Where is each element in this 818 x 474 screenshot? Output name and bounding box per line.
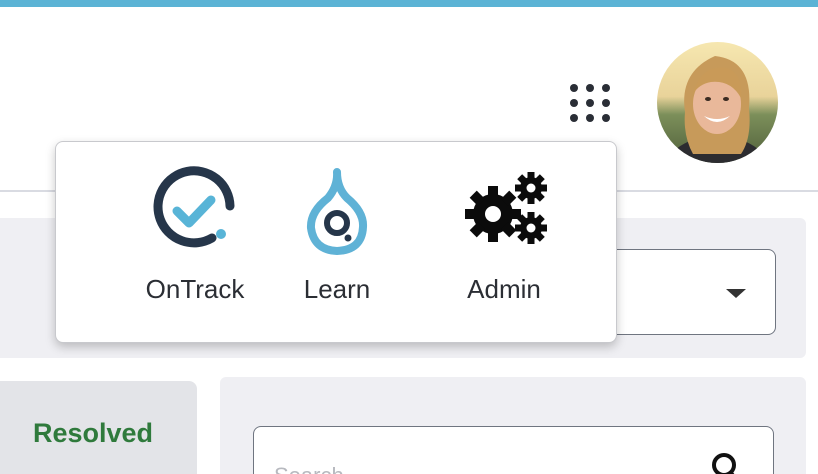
ontrack-check-icon xyxy=(153,166,235,248)
app-item-ontrack[interactable]: OnTrack xyxy=(120,142,270,342)
gears-icon xyxy=(465,172,547,244)
caret-down-icon[interactable] xyxy=(726,289,746,298)
app-item-learn[interactable]: Learn xyxy=(262,142,412,342)
search-input[interactable] xyxy=(253,426,774,474)
learn-drop-icon xyxy=(306,168,368,255)
app-label-ontrack: OnTrack xyxy=(145,274,245,304)
avatar[interactable] xyxy=(657,42,778,163)
app-shell: Resolved OnTrack Learn xyxy=(0,0,818,474)
search-icon[interactable] xyxy=(706,450,746,474)
avatar-photo xyxy=(657,42,778,163)
app-item-admin[interactable]: Admin xyxy=(429,142,579,342)
app-switcher-menu: OnTrack Learn Admin xyxy=(55,141,617,343)
top-accent-bar xyxy=(0,0,818,7)
app-label-admin: Admin xyxy=(467,274,541,304)
tab-resolved-label: Resolved xyxy=(33,418,154,448)
app-label-learn: Learn xyxy=(303,274,371,304)
app-grid-icon[interactable] xyxy=(566,82,616,128)
filter-select[interactable] xyxy=(596,249,776,335)
